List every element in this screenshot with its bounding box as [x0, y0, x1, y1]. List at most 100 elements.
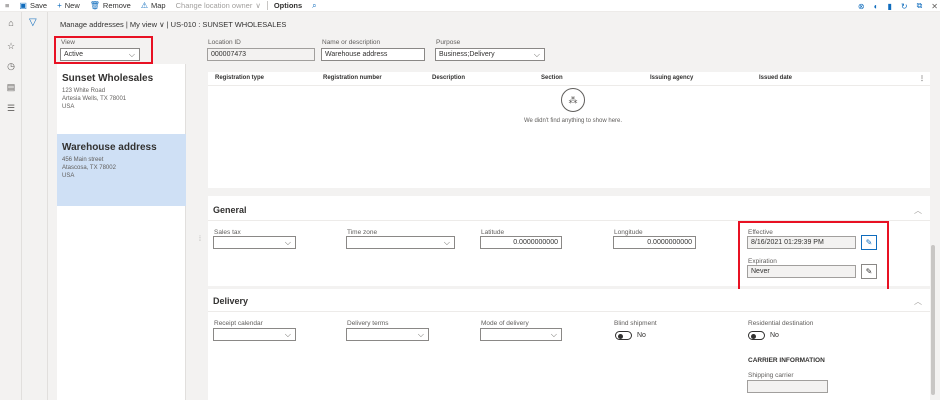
breadcrumb[interactable]: Manage addresses | My view ∨ | US-010 : …: [60, 20, 286, 29]
open-new-window-icon[interactable]: ⧉: [917, 1, 923, 11]
vertical-scrollbar[interactable]: [931, 245, 935, 395]
column-header[interactable]: Registration number: [323, 75, 382, 81]
refresh-icon[interactable]: ↻: [901, 2, 908, 11]
save-button[interactable]: ▣ Save: [14, 0, 52, 12]
list-icon[interactable]: ☰: [4, 101, 18, 115]
toggle-switch[interactable]: [615, 331, 632, 340]
blind-shipment-label: Blind shipment: [614, 320, 657, 327]
hamburger-menu-button[interactable]: ≡: [0, 0, 14, 12]
effective-field[interactable]: 8/16/2021 01:29:39 PM: [747, 236, 856, 249]
chevron-up-icon[interactable]: ︿: [914, 296, 922, 307]
address-list: Sunset Wholesales 123 White Road Artesia…: [57, 64, 186, 400]
receipt-calendar-label: Receipt calendar: [214, 320, 263, 327]
location-id-field[interactable]: 000007473: [207, 48, 315, 61]
search-button[interactable]: ⌕: [307, 0, 321, 12]
shipping-carrier-label: Shipping carrier: [748, 372, 794, 379]
mode-of-delivery-select[interactable]: ⌵: [480, 328, 562, 341]
column-header[interactable]: Description: [432, 75, 465, 81]
mode-of-delivery-label: Mode of delivery: [481, 320, 529, 327]
delivery-terms-select[interactable]: ⌵: [346, 328, 429, 341]
general-section-title[interactable]: General: [213, 205, 247, 215]
empty-state-message: We didn't find anything to show here.: [523, 118, 623, 124]
close-icon[interactable]: ✕: [931, 2, 938, 11]
name-field[interactable]: Warehouse address: [321, 48, 425, 61]
save-icon: ▣: [19, 0, 27, 10]
chevron-down-icon: ⌵: [128, 50, 135, 59]
column-header[interactable]: Issuing agency: [650, 75, 693, 81]
divider: [208, 311, 930, 312]
plus-icon: +: [57, 0, 62, 10]
chevron-down-icon: ⌵: [533, 50, 540, 59]
chevron-down-icon: ∨: [255, 1, 261, 10]
delivery-terms-label: Delivery terms: [347, 320, 389, 327]
location-id-label: Location ID: [208, 39, 241, 46]
latitude-field[interactable]: 0.0000000000: [480, 236, 562, 249]
office-icon[interactable]: ◐: [874, 2, 879, 11]
map-button[interactable]: ⚠︎ Map: [136, 0, 171, 12]
sales-tax-label: Sales tax: [214, 229, 241, 236]
clock-icon[interactable]: ◷: [4, 59, 18, 73]
filter-icon[interactable]: ▽: [29, 17, 37, 28]
navigation-rail: ⌂ ☆ ◷ ▤ ☰: [0, 12, 22, 400]
remove-button[interactable]: 🗑︎ Remove: [85, 0, 136, 12]
trash-icon: 🗑︎: [89, 0, 100, 10]
list-item-selected[interactable]: Warehouse address 456 Main street Atasco…: [57, 134, 186, 206]
attach-icon[interactable]: ▮: [887, 2, 891, 11]
residential-destination-label: Residential destination: [748, 320, 814, 327]
edit-expiration-button[interactable]: ✎: [861, 264, 877, 279]
blind-shipment-toggle[interactable]: No: [615, 331, 646, 340]
longitude-label: Longitude: [614, 229, 643, 236]
longitude-field[interactable]: 0.0000000000: [613, 236, 696, 249]
residential-destination-toggle[interactable]: No: [748, 331, 779, 340]
toolbar-divider: [266, 1, 268, 10]
pencil-icon: ✎: [865, 267, 873, 276]
chevron-down-icon: ⌵: [417, 330, 424, 339]
empty-state-icon: ⁂: [561, 88, 585, 112]
sales-tax-select[interactable]: ⌵: [213, 236, 296, 249]
more-options-icon[interactable]: ⋮: [919, 75, 925, 82]
filter-pane: ▽: [22, 12, 48, 400]
latitude-label: Latitude: [481, 229, 505, 236]
chevron-up-icon[interactable]: ︿: [914, 205, 922, 216]
change-location-owner-button[interactable]: Change location owner ∨: [171, 0, 266, 12]
column-header[interactable]: Section: [541, 75, 563, 81]
expiration-field[interactable]: Never: [747, 265, 856, 278]
time-zone-select[interactable]: ⌵: [346, 236, 455, 249]
map-icon: ⚠︎: [140, 0, 149, 10]
purpose-select[interactable]: Business;Delivery ⌵: [435, 48, 545, 61]
delivery-section-title[interactable]: Delivery: [213, 296, 248, 306]
chevron-down-icon: ⌵: [443, 238, 450, 247]
pencil-icon: ✎: [865, 238, 873, 247]
options-tab[interactable]: Options: [269, 0, 307, 12]
search-icon: ⌕: [312, 0, 317, 10]
column-header[interactable]: Registration type: [215, 75, 264, 81]
receipt-calendar-select[interactable]: ⌵: [213, 328, 296, 341]
effective-label: Effective: [748, 229, 773, 236]
registration-grid: Registration type Registration number De…: [208, 72, 930, 188]
edit-effective-button[interactable]: ✎: [861, 235, 877, 250]
chevron-down-icon: ⌵: [284, 238, 291, 247]
splitter-handle[interactable]: ⁞: [199, 236, 201, 243]
link-icon[interactable]: ⊗: [858, 2, 865, 11]
list-item[interactable]: Sunset Wholesales 123 White Road Artesia…: [57, 67, 186, 133]
toggle-switch[interactable]: [748, 331, 765, 340]
new-button[interactable]: + New: [52, 0, 85, 12]
workspace-icon[interactable]: ▤: [4, 80, 18, 94]
purpose-label: Purpose: [436, 39, 461, 46]
grid-header-row: Registration type Registration number De…: [208, 72, 930, 86]
shipping-carrier-field[interactable]: [747, 380, 828, 393]
chevron-down-icon: ⌵: [550, 330, 557, 339]
chevron-down-icon: ⌵: [284, 330, 291, 339]
column-header[interactable]: Issued date: [759, 75, 792, 81]
hamburger-icon: ≡: [5, 1, 10, 10]
carrier-information-heading: CARRIER INFORMATION: [748, 357, 825, 364]
home-icon[interactable]: ⌂: [4, 16, 18, 30]
time-zone-label: Time zone: [347, 229, 378, 236]
star-icon[interactable]: ☆: [4, 39, 18, 53]
name-label: Name or description: [322, 39, 381, 46]
view-select[interactable]: Active ⌵: [60, 48, 140, 61]
action-pane: ≡ ▣ Save + New 🗑︎ Remove ⚠︎ Map Change locat…: [0, 0, 940, 12]
view-label: View: [61, 39, 75, 46]
expiration-label: Expiration: [748, 258, 777, 265]
toolbar-right-icons: ⊗ ◐ ▮ ↻ ⧉ ✕: [858, 0, 938, 12]
